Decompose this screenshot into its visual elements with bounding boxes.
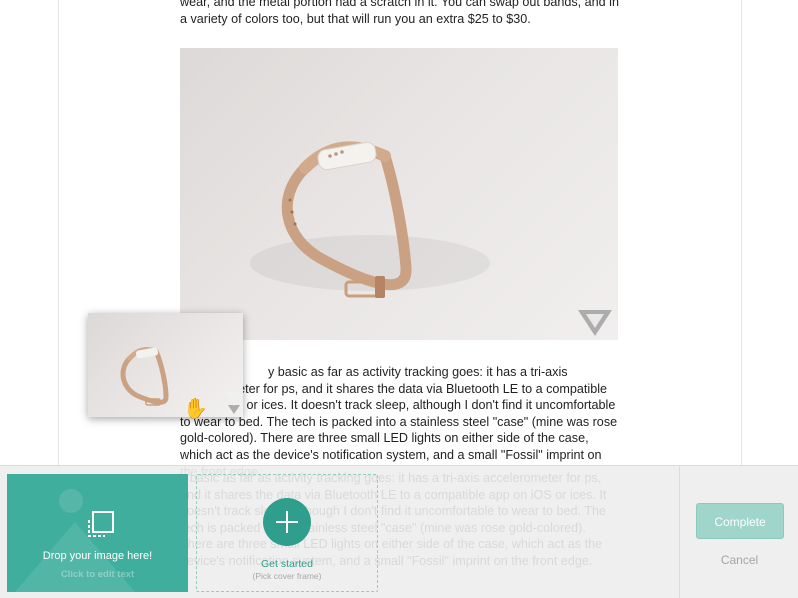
article-paragraph-body: y basic as far as activity tracking goes… <box>180 365 618 479</box>
action-panel: Complete Cancel <box>679 465 798 598</box>
drop-zone-label: Drop your image here! <box>42 550 153 562</box>
verge-triangle-icon <box>225 392 243 414</box>
article-paragraph-top: wear, and the metal portion had a scratc… <box>180 0 619 26</box>
dragging-thumbnail[interactable] <box>88 313 243 417</box>
drop-zone-hint: Click to edit text <box>60 569 135 580</box>
image-drop-zone[interactable]: Drop your image here! Click to edit text <box>7 474 188 592</box>
sun-decoration <box>59 489 83 513</box>
fitness-band-image <box>250 141 490 298</box>
image-frame-icon <box>88 511 114 537</box>
article-photo <box>180 48 618 340</box>
page: wear, and the metal portion had a scratc… <box>0 0 798 598</box>
thumbnail-band-image <box>120 347 169 406</box>
verge-triangle-icon <box>578 310 612 336</box>
grab-hand-icon: ✋ <box>183 398 208 420</box>
get-started-zone[interactable]: Get started (Pick cover frame) <box>196 474 378 592</box>
complete-button[interactable]: Complete <box>696 503 784 539</box>
get-started-label: Get started <box>261 558 313 570</box>
plus-icon[interactable] <box>263 498 311 546</box>
cancel-link[interactable]: Cancel <box>680 553 798 567</box>
get-started-sublabel: (Pick cover frame) <box>252 571 322 581</box>
